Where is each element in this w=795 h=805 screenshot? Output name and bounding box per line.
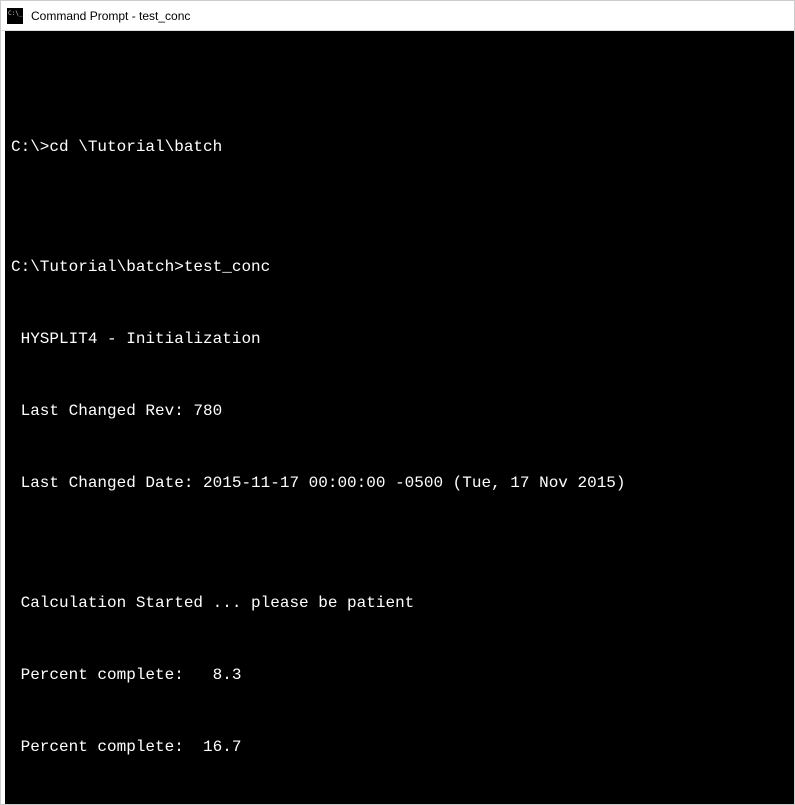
- command-prompt-icon: [7, 8, 23, 24]
- window-title: Command Prompt - test_conc: [31, 9, 190, 23]
- terminal-line: Percent complete: 16.7: [11, 735, 788, 759]
- command-prompt-window: Command Prompt - test_conc C:\>cd \Tutor…: [0, 0, 795, 805]
- terminal-output[interactable]: C:\>cd \Tutorial\batch C:\Tutorial\batch…: [1, 31, 794, 804]
- titlebar[interactable]: Command Prompt - test_conc: [1, 1, 794, 31]
- terminal-line: Percent complete: 8.3: [11, 663, 788, 687]
- terminal-line: C:\Tutorial\batch>test_conc: [11, 255, 788, 279]
- terminal-line: Last Changed Rev: 780: [11, 399, 788, 423]
- terminal-line: HYSPLIT4 - Initialization: [11, 327, 788, 351]
- terminal-line: Last Changed Date: 2015-11-17 00:00:00 -…: [11, 471, 788, 495]
- terminal-line: Calculation Started ... please be patien…: [11, 591, 788, 615]
- terminal-line: C:\>cd \Tutorial\batch: [11, 135, 788, 159]
